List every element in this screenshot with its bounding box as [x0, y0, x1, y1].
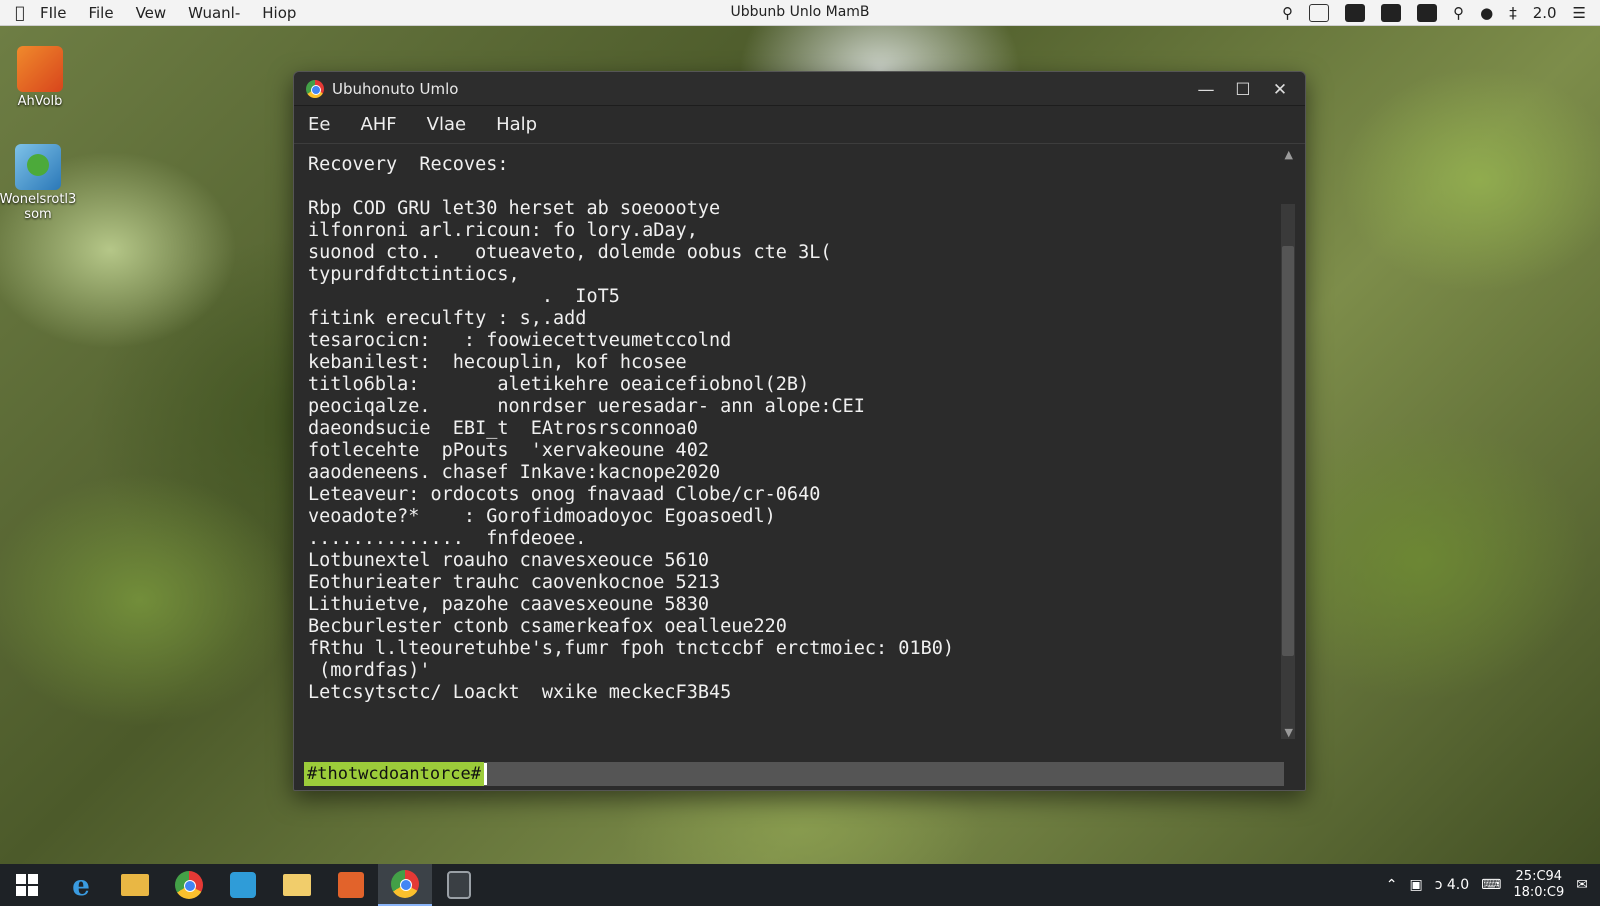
terminal-line: aaodeneens. chasef Inkave:kacnope2020 [308, 462, 721, 483]
terminal-line: suonod cto.. otueaveto, dolemde oobus ct… [308, 242, 832, 263]
window-title: Ubuhonuto Umlo [332, 79, 459, 98]
terminal-line: Lithuietve, pazohe caavesxeoune 5830 [308, 594, 709, 615]
terminal-line: typurdfdtctintiocs, [308, 264, 520, 285]
terminal-line: fotlecehte pPouts 'xervakeoune 402 [308, 440, 709, 461]
desktop-icon-label: Wonelsrotl3 som [0, 192, 77, 222]
terminal-line: titlo6bla: aletikehre oeaicefiobnol(2B) [308, 374, 810, 395]
taskbar-app-ie[interactable]: e [54, 864, 108, 906]
system-tray: ⌃ ▣ ɔ 4.0 ⌨ 25:C94 18:0:C9 ✉ [1386, 864, 1588, 906]
taskbar-app-terminal[interactable] [432, 864, 486, 906]
apple-icon[interactable]:  [0, 3, 40, 22]
notification-icon[interactable]: ✉ [1576, 877, 1588, 893]
scroll-down-icon[interactable]: ▼ [1285, 726, 1293, 739]
scroll-up-icon[interactable]: ▲ [1285, 148, 1293, 161]
window-titlebar[interactable]: Ubuhonuto Umlo [294, 72, 1305, 106]
search-icon[interactable]: ⚲ [1282, 4, 1293, 22]
scrollbar[interactable] [1281, 204, 1295, 794]
location-icon[interactable]: ● [1480, 4, 1493, 22]
clock[interactable]: 25:C94 18:0:C9 [1513, 869, 1564, 901]
close-button[interactable]: ✕ [1263, 76, 1297, 104]
terminal-line: Becburlester ctonb csamerkeafox oealleue… [308, 616, 787, 637]
taskbar-app-office[interactable] [324, 864, 378, 906]
chevron-up-icon[interactable]: ⌃ [1386, 877, 1398, 893]
command-input[interactable]: #thotwcdoantorce# [304, 762, 1284, 786]
scrollbar-thumb[interactable] [1282, 246, 1294, 656]
terminal-line: Recovery Recoves: [308, 154, 509, 175]
chrome-icon [391, 870, 419, 898]
terminal-line: tesarocicn: : foowiecettveumetccolnd [308, 330, 732, 351]
minimize-button[interactable]: — [1189, 76, 1223, 104]
start-button[interactable] [0, 864, 54, 906]
desktop-icon-app[interactable]: AhVolb [0, 46, 80, 109]
terminal-line: daeondsucie EBI_t EAtrosrsconnoa0 [308, 418, 698, 439]
folder-icon [283, 874, 311, 896]
terminal-line: Lotbunextel roauho cnavesxeouce 5610 [308, 550, 709, 571]
office-icon [338, 872, 364, 898]
clock-date: 18:0:C9 [1513, 885, 1565, 900]
store-icon [230, 872, 256, 898]
window-menu-item-1[interactable]: AHF [360, 114, 396, 135]
network-icon [15, 144, 61, 190]
top-menubar:  FIle File Vew Wuanl- Hiop Ubbunb Unlo … [0, 0, 1600, 26]
firefox-icon [175, 871, 203, 899]
taskbar: e ⌃ ▣ ɔ 4.0 ⌨ 25:C94 18:0:C9 ✉ [0, 864, 1600, 906]
menu-icon[interactable]: ☰ [1573, 4, 1586, 22]
tray-app-icon[interactable]: ▣ [1409, 877, 1422, 893]
window-menu-item-2[interactable]: Vlae [427, 114, 466, 135]
terminal-window: Ubuhonuto Umlo — ☐ ✕ Ee AHF Vlae Halp Re… [293, 71, 1306, 791]
maximize-button[interactable]: ☐ [1226, 76, 1260, 104]
terminal-line: veoadote?* : Gorofidmoadoyoc Egoasoedl) [308, 506, 776, 527]
cloud-icon[interactable] [1381, 4, 1402, 22]
terminal-line: fitink ereculfty : s,.add [308, 308, 587, 329]
chrome-icon [306, 79, 324, 98]
terminal-output[interactable]: Recovery Recoves: Rbp COD GRU let30 herse… [308, 154, 1268, 754]
file-explorer-icon [121, 874, 149, 896]
terminal-line: .............. fnfdeoee. [308, 528, 587, 549]
taskbar-app-folder[interactable] [270, 864, 324, 906]
keyboard-icon[interactable]: ⌨ [1481, 877, 1501, 893]
menu-item-1[interactable]: File [88, 4, 113, 22]
status-text: 2.0 [1532, 4, 1557, 22]
magnifier-icon[interactable]: ⚲ [1453, 4, 1464, 22]
menu-item-4[interactable]: Hiop [262, 4, 296, 22]
status-area: ⚲ ⚲ ● ‡ 2.0 ☰ [1282, 0, 1586, 26]
terminal-icon [447, 871, 471, 899]
shell-prompt: #thotwcdoantorce# [304, 762, 484, 786]
terminal-line: (mordfas)' [308, 660, 431, 681]
tray-status-text: ɔ 4.0 [1434, 877, 1470, 893]
bluetooth-icon[interactable]: ‡ [1509, 4, 1517, 22]
windows-start-icon [16, 874, 38, 896]
desktop-icon-label: AhVolb [17, 94, 63, 109]
terminal-line: kebanilest: hecouplin, kof hcosee [308, 352, 687, 373]
display-icon[interactable] [1417, 4, 1438, 22]
desktop-icon-network[interactable]: Wonelsrotl3 som [0, 144, 78, 222]
terminal-line: ilfonroni arl.ricoun: fo lory.aDay, [308, 220, 698, 241]
calendar-icon[interactable] [1309, 4, 1330, 22]
window-menu-item-0[interactable]: Ee [308, 114, 330, 135]
text-cursor [484, 763, 487, 785]
terminal-line: . IoT5 [308, 286, 620, 307]
taskbar-app-explorer[interactable] [108, 864, 162, 906]
taskbar-app-chrome[interactable] [378, 864, 432, 906]
terminal-line: Eothurieater trauhc caovenkocnoe 5213 [308, 572, 721, 593]
window-menu: Ee AHF Vlae Halp [294, 106, 1305, 144]
terminal-line: fRthu l.lteouretuhbe's,fumr fpoh tnctccb… [308, 638, 955, 659]
taskbar-app-firefox[interactable] [162, 864, 216, 906]
clock-time: 25:C94 [1515, 869, 1563, 884]
menu-item-3[interactable]: Wuanl- [188, 4, 240, 22]
menu-item-0[interactable]: FIle [40, 4, 66, 22]
terminal-line: Letcsytsctc/ Loackt wxike meckecF3B45 [308, 682, 732, 703]
terminal-line: peociqalze. nonrdser ueresadar- ann alop… [308, 396, 865, 417]
app-icon [17, 46, 63, 92]
menu-item-2[interactable]: Vew [136, 4, 167, 22]
notes-icon[interactable] [1345, 4, 1366, 22]
internet-explorer-icon: e [72, 868, 90, 902]
taskbar-app-store[interactable] [216, 864, 270, 906]
window-menu-item-3[interactable]: Halp [496, 114, 537, 135]
terminal-line: Rbp COD GRU let30 herset ab soeoootye [308, 198, 721, 219]
terminal-line: Leteaveur: ordocots onog fnavaad Clobe/c… [308, 484, 821, 505]
